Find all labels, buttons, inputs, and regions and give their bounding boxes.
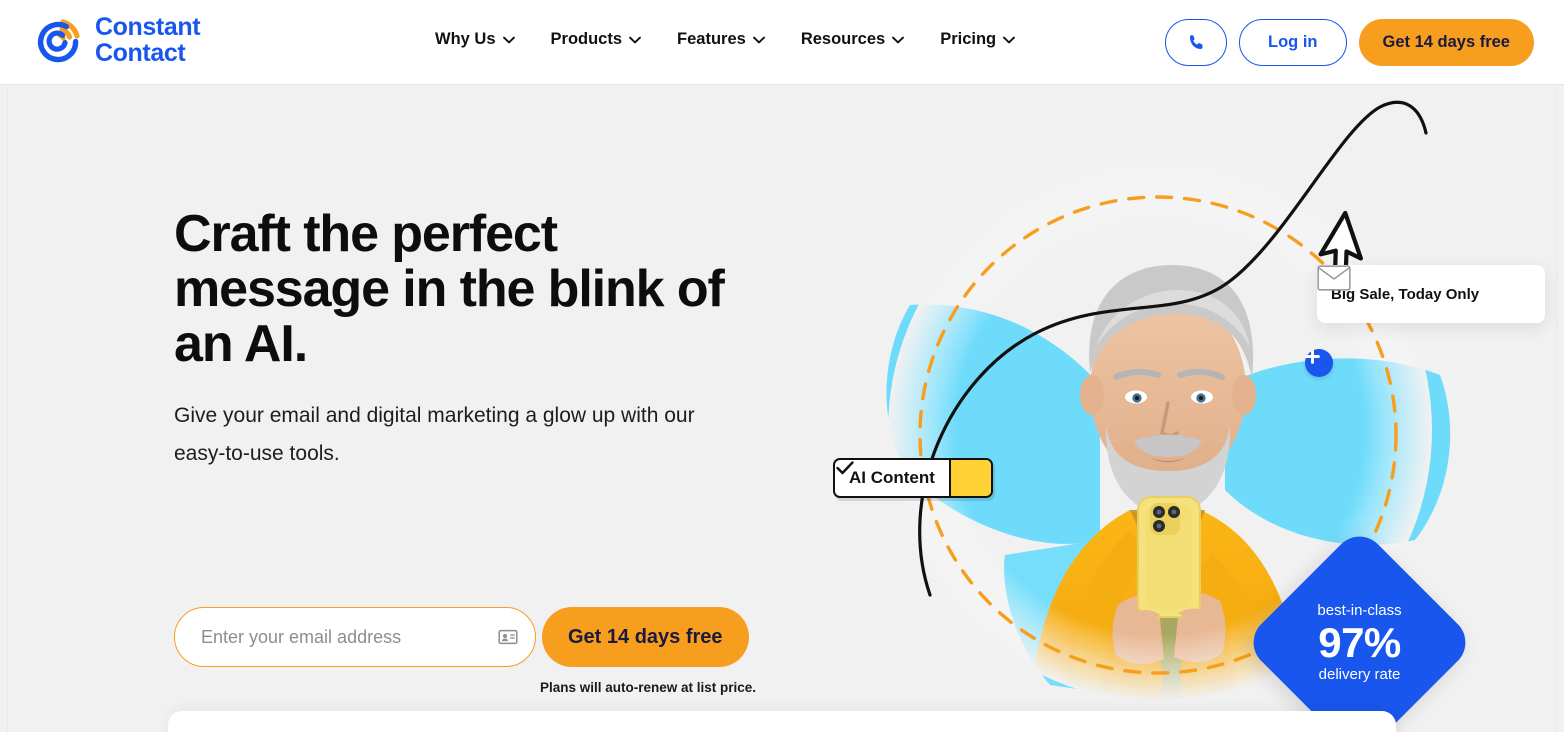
header-actions: Log in Get 14 days free <box>1165 19 1534 66</box>
hero-left-rule <box>7 85 8 732</box>
nav-item-label: Features <box>677 30 746 48</box>
hero-copy: Craft the perfect message in the blink o… <box>174 207 774 473</box>
envelope-icon <box>1317 265 1351 291</box>
plus-icon <box>1305 349 1320 364</box>
phone-button[interactable] <box>1165 19 1228 66</box>
nav-item-label: Resources <box>800 30 886 48</box>
checkmark-icon <box>836 461 854 475</box>
chevron-down-icon <box>1003 36 1016 43</box>
next-section-panel <box>168 711 1396 732</box>
contact-card-icon[interactable] <box>498 627 518 647</box>
big-sale-card: Big Sale, Today Only <box>1317 265 1545 323</box>
hero-section: Craft the perfect message in the blink o… <box>0 85 1564 732</box>
signup-form: Get 14 days free <box>174 607 749 667</box>
brand-line-2: Contact <box>95 39 186 67</box>
hero-illustration: AI Content Big Sale, Today Only best-in-… <box>800 85 1564 732</box>
delivery-rate-label: delivery rate <box>1318 665 1401 683</box>
brand-line-1: Constant <box>95 13 201 41</box>
chevron-down-icon <box>752 36 765 43</box>
hero-subtitle: Give your email and digital marketing a … <box>174 404 695 465</box>
site-header: Constant Contact Why Us Products Feature… <box>0 0 1564 85</box>
phone-icon <box>1189 35 1203 49</box>
email-field-wrapper <box>174 607 536 667</box>
login-button[interactable]: Log in <box>1239 19 1347 66</box>
chevron-down-icon <box>629 36 641 43</box>
hero-cta-button[interactable]: Get 14 days free <box>542 607 749 667</box>
nav-item-why-us[interactable]: Why Us <box>435 30 515 49</box>
brand-wordmark: Constant Contact <box>95 13 201 67</box>
email-input[interactable] <box>174 607 536 667</box>
nav-item-label: Products <box>550 30 623 48</box>
nav-item-label: Pricing <box>940 30 997 48</box>
ai-content-check <box>836 460 991 496</box>
delivery-rate-content: best-in-class 97% delivery rate <box>1277 560 1442 725</box>
nav-item-pricing[interactable]: Pricing <box>940 30 1016 49</box>
delivery-rate-caption: best-in-class <box>1317 601 1402 619</box>
page-title: Craft the perfect message in the blink o… <box>174 205 725 373</box>
ai-content-badge: AI Content <box>833 458 993 498</box>
nav-item-features[interactable]: Features <box>677 30 765 49</box>
chevron-down-icon <box>892 36 905 43</box>
nav-item-label: Why Us <box>435 30 496 48</box>
big-sale-card-label: Big Sale, Today Only <box>1331 285 1480 303</box>
page-root: Constant Contact Why Us Products Feature… <box>0 0 1564 732</box>
header-trial-button[interactable]: Get 14 days free <box>1358 19 1534 66</box>
nav-item-products[interactable]: Products <box>551 30 642 49</box>
add-plus-badge[interactable] <box>1305 349 1333 377</box>
chevron-down-icon <box>502 36 515 43</box>
constant-contact-swirl-icon <box>37 19 80 63</box>
delivery-rate-value: 97% <box>1318 618 1401 666</box>
main-navigation: Why Us Products Features Resources Prici… <box>435 30 1016 49</box>
trial-disclaimer: Plans will auto-renew at list price. <box>540 680 757 695</box>
brand-logo[interactable]: Constant Contact <box>33 13 201 67</box>
nav-item-resources[interactable]: Resources <box>800 30 905 49</box>
